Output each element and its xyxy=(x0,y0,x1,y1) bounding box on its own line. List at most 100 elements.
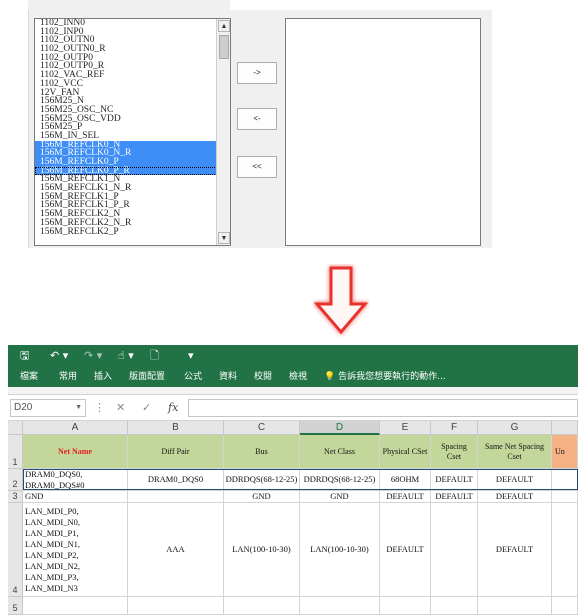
remove-all-button[interactable]: << xyxy=(237,156,277,178)
cell-b5[interactable] xyxy=(128,597,224,615)
tab-insert[interactable]: 插入 xyxy=(94,371,112,383)
enter-icon[interactable]: ✓ xyxy=(142,401,151,415)
column-header-f[interactable]: F xyxy=(431,421,478,435)
cell-f3[interactable]: DEFAULT xyxy=(431,491,478,503)
selected-nets-listbox[interactable] xyxy=(285,18,481,246)
tab-data[interactable]: 資料 xyxy=(219,371,237,383)
cell-e4[interactable]: DEFAULT xyxy=(380,503,431,597)
cancel-icon[interactable]: ✕ xyxy=(116,401,125,415)
net-name-value: GND xyxy=(25,491,44,501)
cell-e3[interactable]: DEFAULT xyxy=(380,491,431,503)
net-name-value: LAN_MDI_P0, LAN_MDI_N0, LAN_MDI_P1, LAN_… xyxy=(25,505,81,593)
cell-c2[interactable]: DDRDQS(68-12-25) xyxy=(224,469,300,491)
header-bus: Bus xyxy=(255,446,268,456)
cell-d2[interactable]: DDRDQS(68-12-25) xyxy=(300,469,380,491)
dialog-top-edge xyxy=(28,0,230,10)
column-header-d[interactable]: D xyxy=(300,421,380,435)
cell-g3[interactable]: DEFAULT xyxy=(478,491,552,503)
row-header-1[interactable]: 1 xyxy=(8,435,23,469)
cell-f4[interactable] xyxy=(431,503,478,597)
listbox-scrollbar[interactable]: ▲ ▼ xyxy=(216,19,230,245)
add-button[interactable]: -> xyxy=(237,62,277,84)
tab-view[interactable]: 檢視 xyxy=(289,371,307,383)
cell-f1[interactable]: Spacing Cset xyxy=(431,435,478,469)
row-header-3[interactable]: 3 xyxy=(8,491,23,503)
cell-c1[interactable]: Bus xyxy=(224,435,300,469)
column-header-g[interactable]: G xyxy=(478,421,552,435)
cell-c3[interactable]: GND xyxy=(224,491,300,503)
formula-bar-divider-icon: ⋮ xyxy=(94,401,105,414)
name-box-value: D20 xyxy=(14,402,33,413)
cell-e2[interactable]: 68OHM xyxy=(380,469,431,491)
cell-d5[interactable] xyxy=(300,597,380,615)
cell-b2[interactable]: DRAM0_DQS0 xyxy=(128,469,224,491)
net-selection-dialog: 1102_INN0 1102_INP0 1102_OUTN0 1102_OUTN0_R… xyxy=(28,10,492,248)
chevron-down-icon[interactable]: ▼ xyxy=(75,400,82,416)
available-nets-listbox[interactable]: 1102_INN0 1102_INP0 1102_OUTN0 1102_OUTN0_R… xyxy=(34,18,231,246)
net-list-item[interactable]: 156M_REFCLK2_P xyxy=(35,227,217,237)
bus-value: LAN(100-10-30) xyxy=(232,544,291,554)
scroll-up-button[interactable]: ▲ xyxy=(218,20,230,32)
customize-toolbar-icon[interactable]: ▾ xyxy=(188,349,194,363)
cell-g2[interactable]: DEFAULT xyxy=(478,469,552,491)
cell-d1[interactable]: Net Class xyxy=(300,435,380,469)
cell-g1[interactable]: Same Net Spacing Cset xyxy=(478,435,552,469)
column-header-a[interactable]: A xyxy=(23,421,128,435)
cell-g5[interactable] xyxy=(478,597,552,615)
name-box[interactable]: D20 ▼ xyxy=(10,399,86,417)
tab-review[interactable]: 校閱 xyxy=(254,371,272,383)
tab-home[interactable]: 常用 xyxy=(59,371,77,383)
cell-d3[interactable]: GND xyxy=(300,491,380,503)
spacing-cset-value: DEFAULT xyxy=(435,491,473,501)
row-header-2[interactable]: 2 xyxy=(8,469,23,491)
cell-b3[interactable] xyxy=(128,491,224,503)
same-net-spacing-value: DEFAULT xyxy=(495,474,534,484)
column-header-h[interactable] xyxy=(552,421,578,435)
cell-f5[interactable] xyxy=(431,597,478,615)
down-arrow-icon xyxy=(313,266,369,335)
physical-cset-value: DEFAULT xyxy=(386,491,424,501)
tab-page-layout[interactable]: 版面配置 xyxy=(129,371,165,383)
cell-c4[interactable]: LAN(100-10-30) xyxy=(224,503,300,597)
cell-h1[interactable]: Un xyxy=(552,435,578,469)
column-header-b[interactable]: B xyxy=(128,421,224,435)
redo-icon[interactable]: ↷ ▾ xyxy=(84,349,102,363)
cell-a2[interactable]: DRAM0_DQS0, DRAM0_DQS#0 xyxy=(23,469,128,491)
tab-file[interactable]: 檔案 xyxy=(20,371,38,383)
cell-f2[interactable]: DEFAULT xyxy=(431,469,478,491)
cell-c5[interactable] xyxy=(224,597,300,615)
cell-b1[interactable]: Diff Pair xyxy=(128,435,224,469)
scroll-down-button[interactable]: ▼ xyxy=(218,232,230,244)
cell-e1[interactable]: Physical CSet xyxy=(380,435,431,469)
cell-b4[interactable]: AAA xyxy=(128,503,224,597)
cell-h3[interactable] xyxy=(552,491,578,503)
column-header-c[interactable]: C xyxy=(224,421,300,435)
cell-e5[interactable] xyxy=(380,597,431,615)
undo-icon[interactable]: ↶ ▾ xyxy=(50,349,68,363)
tell-me-box[interactable]: 💡 告訴我您想要執行的動作... xyxy=(324,371,446,383)
cell-d4[interactable]: LAN(100-10-30) xyxy=(300,503,380,597)
diff-pair-value: DRAM0_DQS0 xyxy=(147,474,204,484)
worksheet-grid: A B C D E F G 1 2 3 4 5 Net Name Diff Pa… xyxy=(8,421,578,615)
cell-h5[interactable] xyxy=(552,597,578,615)
save-icon[interactable]: 🖫 xyxy=(20,349,29,363)
cell-a3[interactable]: GND xyxy=(23,491,128,503)
cell-g4[interactable]: DEFAULT xyxy=(478,503,552,597)
cell-a5[interactable] xyxy=(23,597,128,615)
touch-mode-icon[interactable]: ☝ ▾ xyxy=(118,349,134,363)
select-all-corner[interactable] xyxy=(8,421,23,435)
cell-a4[interactable]: LAN_MDI_P0, LAN_MDI_N0, LAN_MDI_P1, LAN_… xyxy=(23,503,128,597)
row-header-4[interactable]: 4 xyxy=(8,503,23,597)
formula-input[interactable] xyxy=(188,399,578,417)
remove-button[interactable]: <- xyxy=(237,108,277,130)
column-header-e[interactable]: E xyxy=(380,421,431,435)
scrollbar-thumb[interactable] xyxy=(219,35,229,59)
tab-formulas[interactable]: 公式 xyxy=(184,371,202,383)
insert-function-icon[interactable]: fx xyxy=(168,401,178,415)
cell-h2[interactable] xyxy=(552,469,578,491)
cell-a1[interactable]: Net Name xyxy=(23,435,128,469)
ribbon-collapsed-area xyxy=(8,387,578,395)
cell-h4[interactable] xyxy=(552,503,578,597)
row-header-5[interactable]: 5 xyxy=(8,597,23,615)
new-file-icon[interactable]: 🗋 xyxy=(150,349,159,363)
